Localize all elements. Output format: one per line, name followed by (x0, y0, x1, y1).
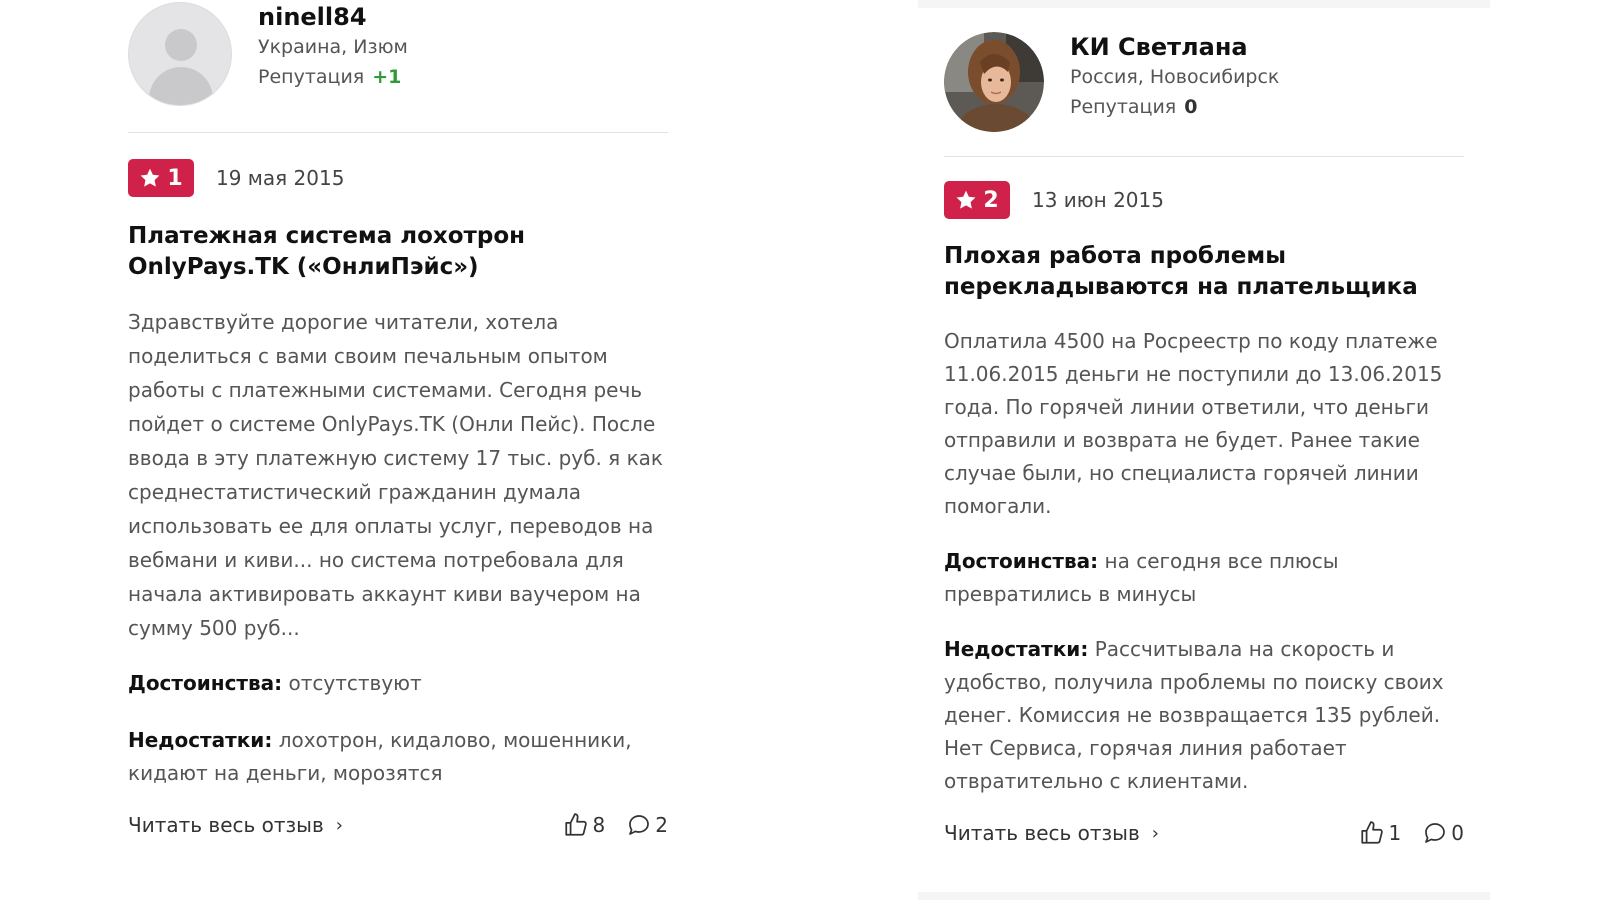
comments-button[interactable]: 2 (627, 813, 668, 837)
review-footer: Читать весь отзыв › 1 0 (944, 820, 1464, 846)
like-button[interactable]: 8 (563, 812, 606, 838)
review-card: ninell84 Украина, Изюм Репутация +1 1 19 … (128, 0, 668, 838)
author-name[interactable]: КИ Светлана (1070, 32, 1279, 62)
divider (944, 156, 1464, 157)
comment-count: 0 (1451, 821, 1464, 845)
star-icon (956, 190, 976, 209)
like-button[interactable]: 1 (1359, 820, 1402, 846)
review-date: 13 июн 2015 (1032, 188, 1164, 212)
cons-label: Недостатки: (128, 728, 273, 752)
review-text: Здравствуйте дорогие читатели, хотела по… (128, 310, 663, 640)
author-reputation: Репутация 0 (1070, 92, 1279, 122)
default-avatar-icon[interactable] (128, 2, 232, 106)
author-reputation: Репутация +1 (258, 62, 408, 92)
review-text: Оплатила 4500 на Росреестр по коду плате… (944, 329, 1443, 518)
chevron-right-icon: › (1151, 822, 1159, 844)
pros-label: Достоинства: (128, 671, 283, 695)
review-cons: Недостатки: Рассчитывала на скорость и у… (944, 633, 1464, 798)
review-footer: Читать весь отзыв › 8 2 (128, 812, 668, 838)
user-photo-avatar[interactable] (944, 32, 1044, 132)
review-title[interactable]: Плохая работа проблемы перекладываются н… (944, 241, 1464, 303)
review-author: КИ Светлана Россия, Новосибирск Репутаци… (944, 32, 1464, 132)
reviews-page: ninell84 Украина, Изюм Репутация +1 1 19 … (0, 0, 1600, 900)
author-name[interactable]: ninell84 (258, 2, 408, 32)
review-meta: 1 19 мая 2015 (128, 159, 668, 197)
rating-badge: 1 (128, 159, 194, 197)
review-actions: 8 2 (541, 812, 668, 838)
thumbs-up-icon (564, 813, 587, 836)
reputation-label: Репутация (258, 66, 365, 88)
pros-text: отсутствуют (288, 671, 422, 695)
review-meta: 2 13 июн 2015 (944, 181, 1464, 219)
rating-value: 1 (167, 165, 183, 191)
pros-label: Достоинства: (944, 549, 1099, 573)
chevron-right-icon: › (335, 814, 343, 836)
read-more-label: Читать весь отзыв (128, 813, 324, 837)
thumbs-up-icon (1360, 821, 1383, 844)
author-location: Россия, Новосибирск (1070, 66, 1280, 88)
review-actions: 1 0 (1337, 820, 1464, 846)
rating-value: 2 (983, 187, 999, 213)
like-count: 1 (1388, 821, 1402, 845)
comment-icon (629, 815, 650, 835)
review-pros: Достоинства: на сегодня все плюсы превра… (944, 545, 1464, 611)
review-cons: Недостатки: лохотрон, кидалово, мошенник… (128, 724, 668, 790)
review-author: ninell84 Украина, Изюм Репутация +1 (128, 0, 668, 106)
read-full-review-link[interactable]: Читать весь отзыв › (944, 821, 1159, 845)
like-count: 8 (592, 813, 606, 837)
review-pros: Достоинства: отсутствуют (128, 667, 668, 700)
read-full-review-link[interactable]: Читать весь отзыв › (128, 813, 343, 837)
reputation-label: Репутация (1070, 96, 1177, 118)
cons-label: Недостатки: (944, 637, 1089, 661)
reputation-value: 0 (1184, 96, 1198, 118)
comment-icon (1425, 823, 1446, 843)
author-location: Украина, Изюм (258, 36, 408, 58)
rating-badge: 2 (944, 181, 1010, 219)
review-card: КИ Светлана Россия, Новосибирск Репутаци… (918, 8, 1490, 892)
divider (128, 132, 668, 133)
comment-count: 2 (655, 813, 668, 837)
review-title[interactable]: Платежная система лохотрон OnlyPays.TK (… (128, 221, 668, 283)
reputation-value: +1 (372, 66, 402, 88)
comments-button[interactable]: 0 (1423, 821, 1464, 845)
star-icon (140, 168, 160, 187)
review-date: 19 мая 2015 (216, 166, 345, 190)
read-more-label: Читать весь отзыв (944, 821, 1140, 845)
